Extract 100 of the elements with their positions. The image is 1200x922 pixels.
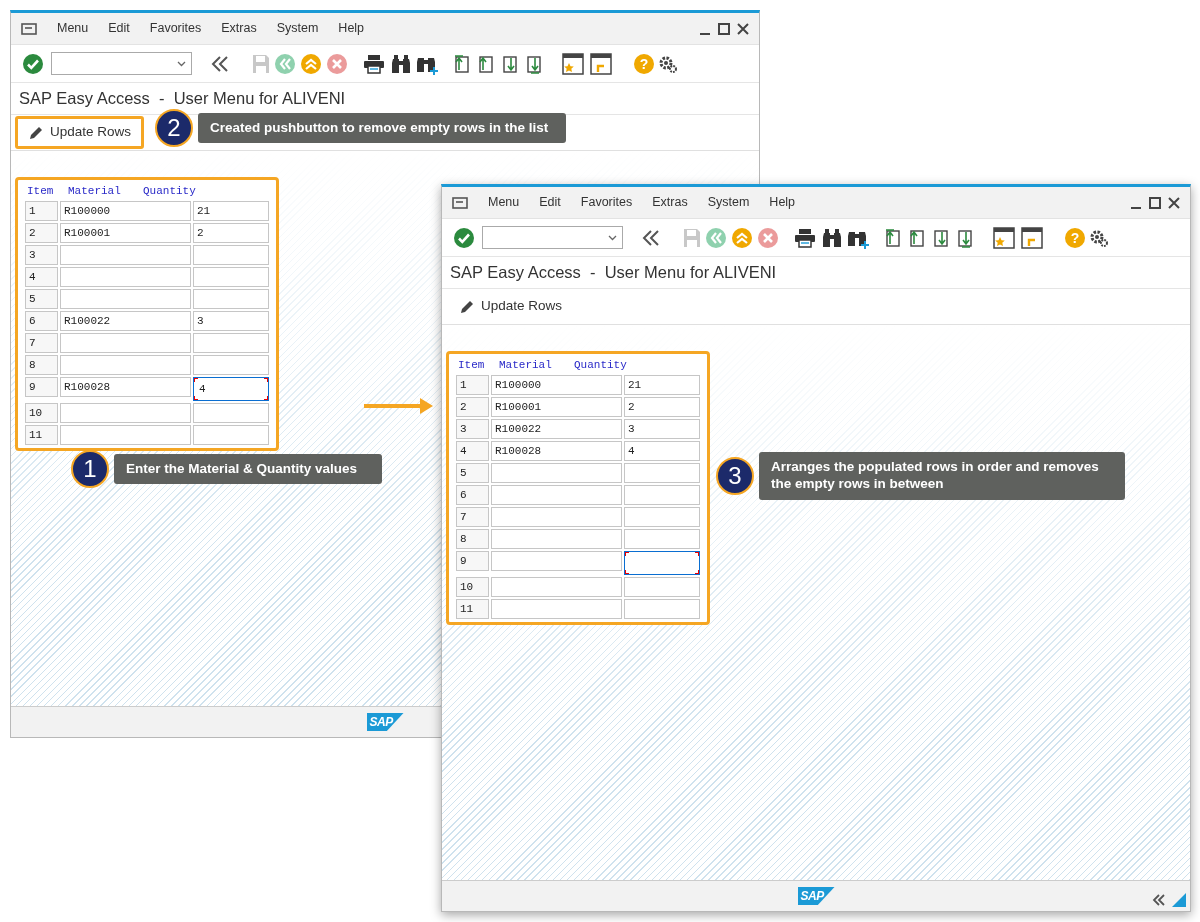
material-input[interactable]: R100001 [60,223,191,243]
quantity-input[interactable]: 4 [624,441,700,461]
item-number-cell: 9 [25,377,58,397]
material-input[interactable] [491,599,622,619]
item-number-cell: 8 [25,355,58,375]
resize-corner-icon[interactable] [1172,893,1186,907]
menu-item[interactable]: System [707,193,750,212]
menu-item[interactable]: Help [338,19,365,38]
last-page-icon[interactable] [526,53,544,74]
first-page-icon[interactable] [885,227,903,248]
printer-icon[interactable] [794,227,816,248]
quantity-input[interactable] [624,577,700,597]
quantity-input[interactable] [624,507,700,527]
back-icon[interactable] [275,53,295,74]
material-input[interactable]: R100000 [491,375,622,395]
quantity-input[interactable] [193,289,269,309]
material-input[interactable]: R100000 [60,201,191,221]
close-icon[interactable] [737,22,749,35]
material-input[interactable] [491,463,622,483]
quantity-input[interactable]: 3 [193,311,269,331]
quantity-input[interactable] [193,425,269,445]
sap-logo: SAP [797,887,835,905]
menu-item[interactable]: Favorites [149,19,202,38]
material-input[interactable] [491,551,622,571]
quantity-input[interactable] [193,267,269,287]
back-icon[interactable] [706,227,726,248]
double-chevron-left-icon[interactable] [210,53,230,74]
callout-label: Arranges the populated rows in order and removes the empty rows in between [759,452,1125,500]
material-input[interactable]: R100028 [491,441,622,461]
double-chevron-left-icon[interactable] [1152,893,1166,907]
previous-page-icon[interactable] [909,227,927,248]
up-icon[interactable] [301,53,321,74]
next-page-icon[interactable] [933,227,951,248]
material-input[interactable] [60,289,191,309]
menu-item[interactable]: Favorites [580,193,633,212]
quantity-input[interactable]: 3 [624,419,700,439]
material-input[interactable] [60,355,191,375]
up-icon[interactable] [732,227,752,248]
menu-item[interactable]: System [276,19,319,38]
menu-item[interactable]: Menu [488,193,520,212]
material-input[interactable]: R100022 [60,311,191,331]
quantity-input[interactable] [624,485,700,505]
item-number-cell: 1 [25,201,58,221]
quantity-input[interactable]: 21 [193,201,269,221]
material-input[interactable]: R100028 [60,377,191,397]
cancel-icon[interactable] [327,53,347,74]
double-chevron-left-icon[interactable] [641,227,661,248]
enter-icon[interactable] [454,227,474,248]
quantity-input[interactable]: 2 [624,397,700,417]
first-page-icon[interactable] [454,53,472,74]
next-page-icon[interactable] [502,53,520,74]
menu-item[interactable]: Extras [221,19,257,38]
material-input[interactable] [491,485,622,505]
update-rows-button[interactable]: Update Rows [15,116,145,149]
save-icon[interactable] [252,53,270,74]
menu-item[interactable]: Edit [539,193,561,212]
item-number-cell: 4 [25,267,58,287]
quantity-input[interactable]: 2 [193,223,269,243]
material-input[interactable] [60,425,191,445]
previous-page-icon[interactable] [478,53,496,74]
menu-icon[interactable] [21,21,37,36]
column-header: Material [499,358,553,373]
quantity-input[interactable] [624,529,700,549]
cancel-icon[interactable] [758,227,778,248]
menu-item[interactable]: Edit [108,19,130,38]
material-input[interactable]: R100022 [491,419,622,439]
quantity-input[interactable] [193,355,269,375]
material-input[interactable] [491,577,622,597]
material-input[interactable] [491,529,622,549]
quantity-input[interactable] [624,551,700,575]
material-input[interactable] [491,507,622,527]
menu-icon[interactable] [452,195,468,210]
material-input[interactable] [60,245,191,265]
save-icon[interactable] [683,227,701,248]
material-input[interactable] [60,403,191,423]
quantity-input[interactable] [624,463,700,483]
menu-item[interactable]: Menu [57,19,89,38]
material-input[interactable]: R100001 [491,397,622,417]
menu-item[interactable]: Help [769,193,796,212]
quantity-input[interactable]: 21 [624,375,700,395]
quantity-input[interactable] [624,599,700,619]
quantity-input[interactable]: 4 [193,377,269,401]
close-icon[interactable] [1168,196,1180,209]
material-input[interactable] [60,333,191,353]
command-field[interactable] [482,226,623,249]
enter-icon[interactable] [23,53,43,74]
quantity-input[interactable] [193,245,269,265]
command-field[interactable] [51,52,192,75]
printer-icon[interactable] [363,53,385,74]
binoculars-icon[interactable] [822,227,842,248]
quantity-input[interactable] [193,333,269,353]
item-number-cell: 11 [25,425,58,445]
quantity-input[interactable] [193,403,269,423]
item-number-cell: 2 [25,223,58,243]
maximize-icon[interactable] [718,22,730,35]
material-input[interactable] [60,267,191,287]
binoculars-icon[interactable] [391,53,411,74]
last-page-icon[interactable] [957,227,975,248]
menu-item[interactable]: Extras [652,193,688,212]
maximize-icon[interactable] [1149,196,1161,209]
